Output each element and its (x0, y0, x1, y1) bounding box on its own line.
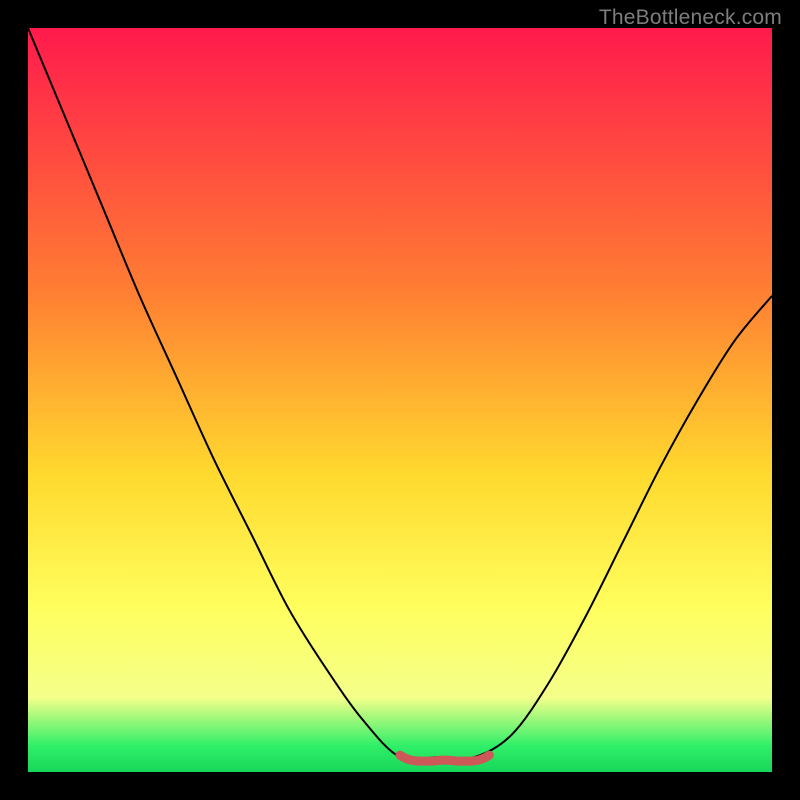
plot-svg (28, 28, 772, 772)
gradient-background (28, 28, 772, 772)
plot-area (28, 28, 772, 772)
chart-frame: TheBottleneck.com (0, 0, 800, 800)
watermark-label: TheBottleneck.com (599, 6, 782, 30)
